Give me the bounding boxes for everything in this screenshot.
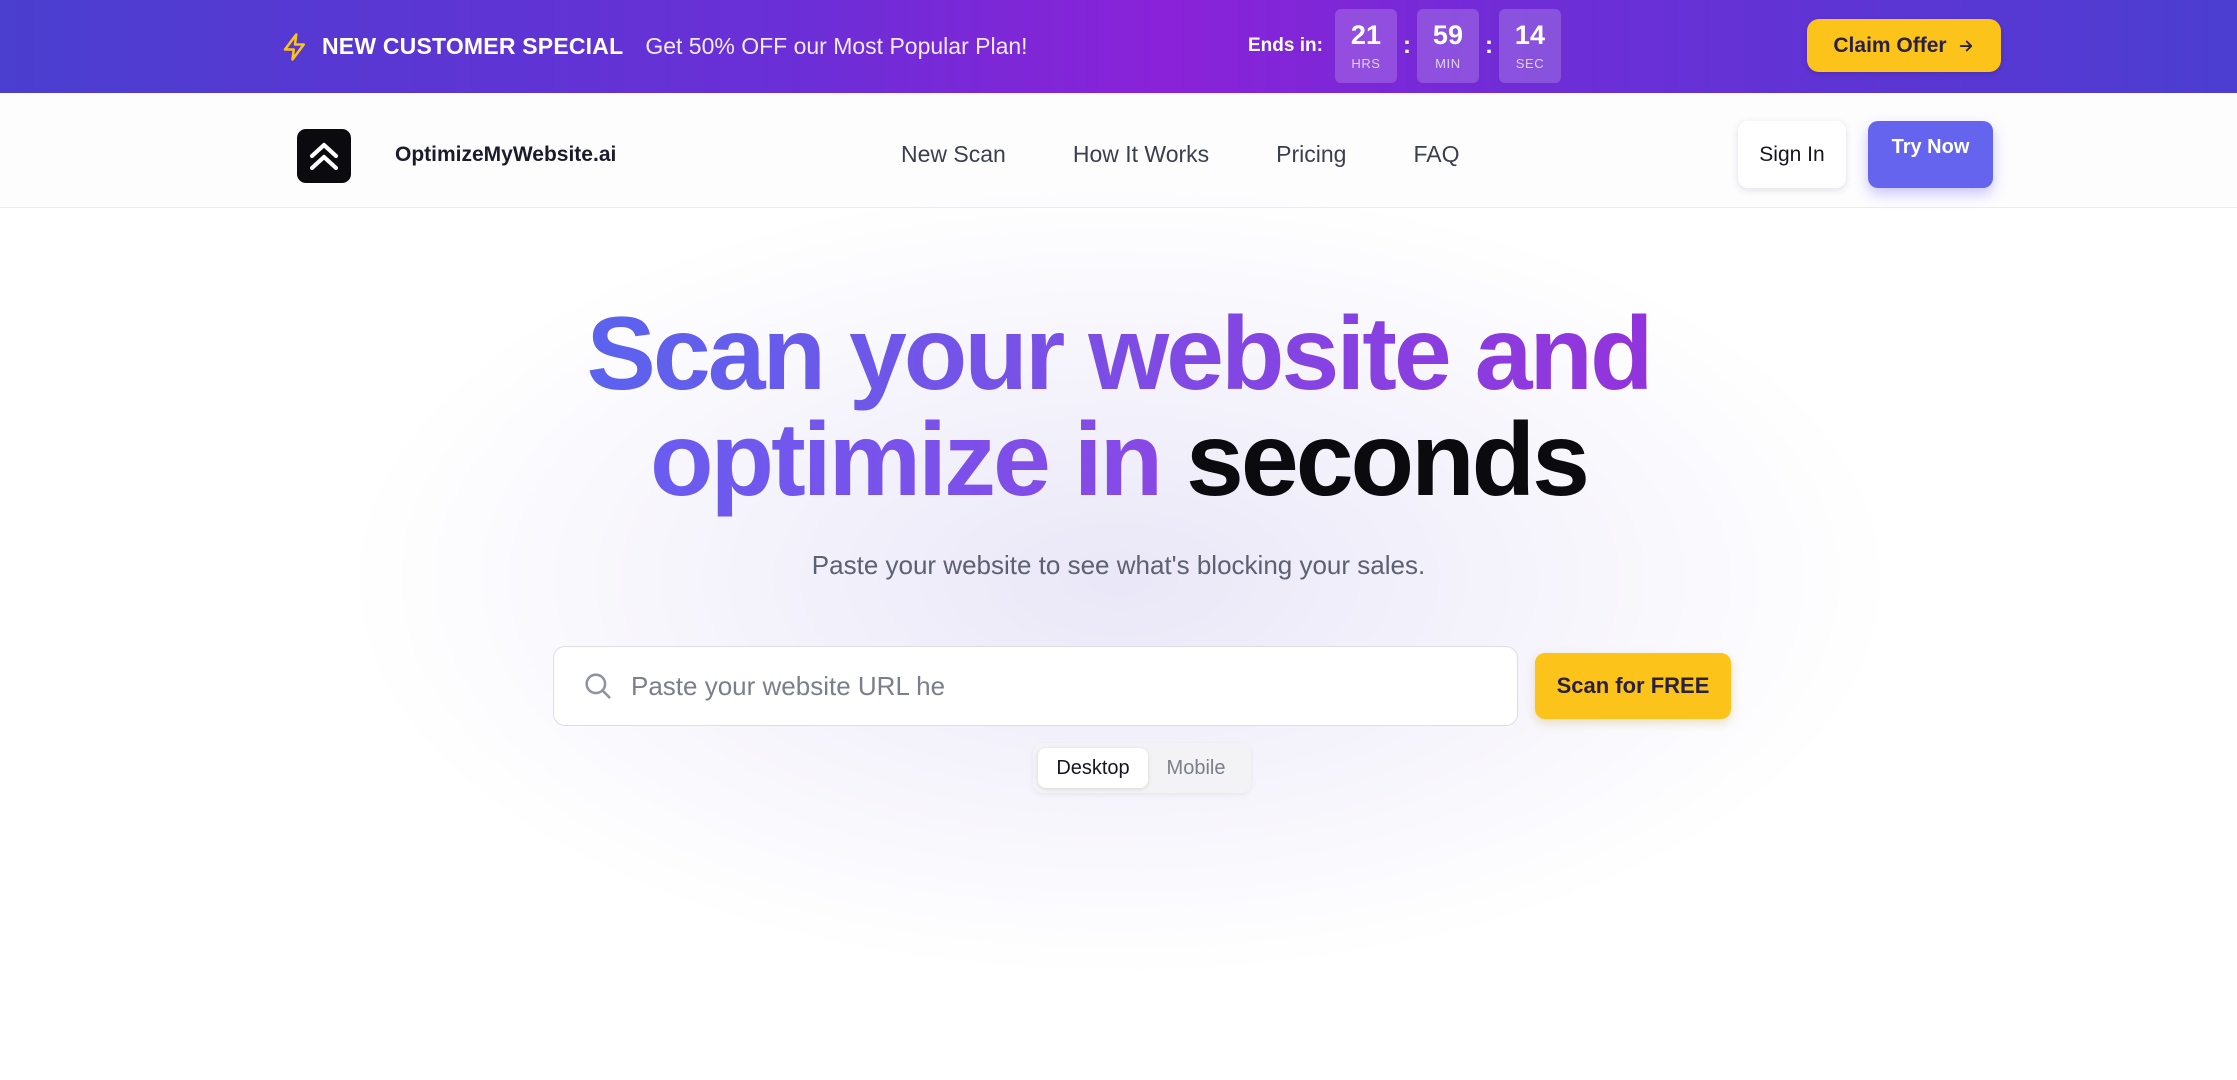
sign-in-button[interactable]: Sign In	[1738, 121, 1846, 188]
url-input[interactable]	[631, 670, 1491, 702]
nav-link-how-it-works[interactable]: How It Works	[1073, 141, 1209, 168]
countdown-seconds-unit: SEC	[1515, 55, 1545, 71]
scan-for-free-button[interactable]: Scan for FREE	[1535, 653, 1731, 719]
nav-link-new-scan[interactable]: New Scan	[901, 141, 1006, 168]
lightning-bolt-icon	[280, 32, 310, 62]
logo[interactable]	[297, 129, 351, 183]
promo-text: Get 50% OFF our Most Popular Plan!	[645, 33, 1028, 59]
countdown-hours-unit: HRS	[1351, 55, 1381, 71]
headline-gradient-text: Scan your website and	[586, 296, 1654, 412]
brand-name[interactable]: OptimizeMyWebsite.ai	[395, 143, 616, 167]
countdown-minutes: 59 MIN	[1416, 9, 1479, 83]
device-option-desktop[interactable]: Desktop	[1038, 748, 1148, 788]
countdown-seconds-value: 14	[1514, 20, 1545, 51]
device-option-mobile[interactable]: Mobile	[1148, 748, 1244, 788]
countdown-timer: Ends in: 21 HRS : 59 MIN : 14 SEC	[1248, 9, 1561, 83]
headline-gradient-text: optimize in	[650, 402, 1163, 518]
countdown-minutes-value: 59	[1432, 20, 1463, 51]
double-chevron-up-icon	[304, 136, 344, 176]
headline-emphasis-text: seconds	[1186, 402, 1590, 518]
try-now-button[interactable]: Try Now	[1868, 121, 1993, 188]
hero-subheading: Paste your website to see what's blockin…	[811, 550, 1426, 580]
countdown-hours-value: 21	[1350, 20, 1381, 51]
promo-tag: NEW CUSTOMER SPECIAL	[322, 33, 624, 59]
arrow-right-icon	[1957, 37, 1975, 55]
search-icon	[581, 669, 615, 703]
hero-headline-line-1: Scan your website and	[0, 300, 2237, 408]
promo-banner: NEW CUSTOMER SPECIAL Get 50% OFF our Mos…	[0, 0, 2237, 93]
claim-offer-label: Claim Offer	[1833, 33, 1947, 57]
promo-message: NEW CUSTOMER SPECIAL Get 50% OFF our Mos…	[280, 0, 1028, 93]
nav-links: New Scan How It Works Pricing FAQ	[901, 141, 1526, 168]
url-search-box[interactable]	[553, 646, 1518, 726]
countdown-label: Ends in:	[1248, 35, 1323, 56]
countdown-separator: :	[1484, 32, 1493, 59]
claim-offer-button[interactable]: Claim Offer	[1807, 19, 2001, 72]
nav-link-pricing[interactable]: Pricing	[1276, 141, 1346, 168]
hero-headline-line-2: optimize in seconds	[0, 406, 2237, 514]
nav-link-faq[interactable]: FAQ	[1413, 141, 1459, 168]
countdown-seconds: 14 SEC	[1498, 9, 1561, 83]
countdown-hours: 21 HRS	[1334, 9, 1397, 83]
countdown-separator: :	[1402, 32, 1411, 59]
countdown-minutes-unit: MIN	[1435, 55, 1461, 71]
device-toggle: Desktop Mobile	[1033, 743, 1251, 793]
